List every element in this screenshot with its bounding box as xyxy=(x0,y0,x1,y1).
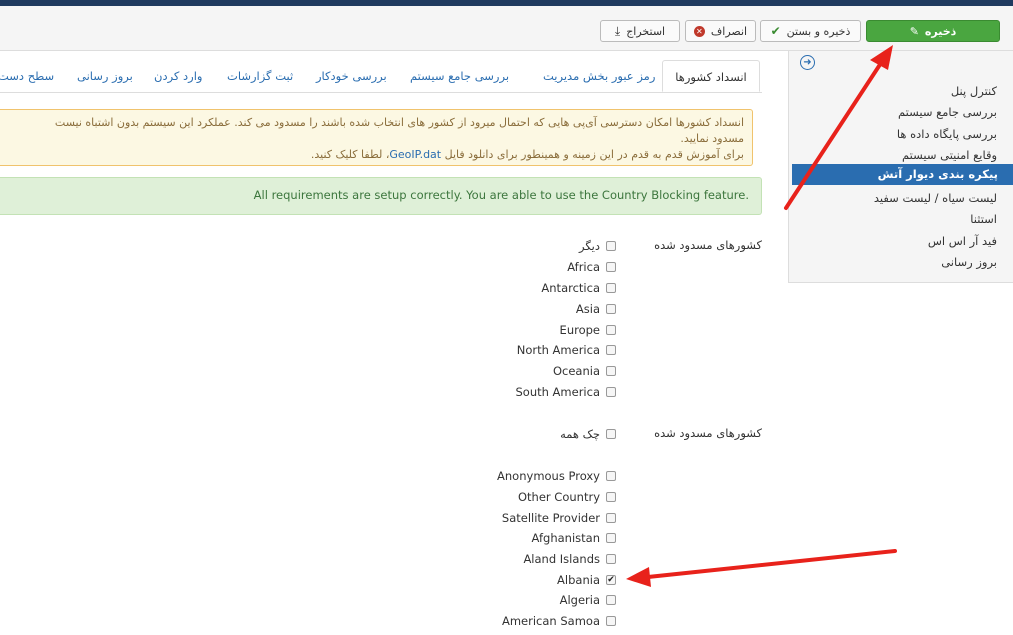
option-label: Antarctica xyxy=(541,281,600,295)
checkbox[interactable] xyxy=(606,283,616,293)
option-label: Africa xyxy=(567,260,600,274)
save-button-label: ذخیره xyxy=(924,24,957,38)
tab-admin-password[interactable]: رمز عبور بخش مدیریت xyxy=(543,60,655,92)
option-algeria[interactable]: Algeria xyxy=(560,593,616,607)
option-asia[interactable]: Asia xyxy=(576,302,616,316)
sidebar-item-rss-feed[interactable]: فید آر اس اس xyxy=(928,234,997,248)
checkbox[interactable] xyxy=(606,366,616,376)
tab-access-level[interactable]: سطح دست xyxy=(0,60,54,92)
checkbox[interactable] xyxy=(606,387,616,397)
checkbox[interactable] xyxy=(606,429,616,439)
option-other-country[interactable]: Other Country xyxy=(518,490,616,504)
option-label: Satellite Provider xyxy=(501,511,600,525)
sidebar-item-system-check[interactable]: بررسی جامع سیستم xyxy=(898,105,997,119)
tab-update[interactable]: بروز رسانی xyxy=(77,60,133,92)
option-label: Oceania xyxy=(552,364,600,378)
checkbox[interactable] xyxy=(606,554,616,564)
option-american-samoa[interactable]: American Samoa xyxy=(502,614,616,628)
blocked-continents-label: کشورهای مسدود شده xyxy=(654,238,762,252)
tab-import[interactable]: وارد کردن xyxy=(154,60,202,92)
option-albania[interactable]: Albania ✔ xyxy=(557,573,616,587)
annotation-arrow-to-albania xyxy=(626,549,897,587)
option-label: Afghanistan xyxy=(531,531,600,545)
checkbox[interactable] xyxy=(606,533,616,543)
tab-auto-check[interactable]: بررسی خودکار xyxy=(316,60,387,92)
option-label: دیگر xyxy=(578,239,600,253)
option-label: Algeria xyxy=(559,593,600,607)
warning-line-1: انسداد کشورها امکان دسترسی آی‌پی هایی که… xyxy=(54,116,744,129)
check-icon: ✔ xyxy=(770,24,781,38)
sidebar-item-database-check[interactable]: بررسی پایگاه داده ها xyxy=(897,127,997,141)
option-label: Anonymous Proxy xyxy=(497,469,600,483)
option-south-america[interactable]: South America xyxy=(515,385,616,399)
export-button[interactable]: ⤓ استخراج xyxy=(600,20,680,42)
option-label: Aland Islands xyxy=(523,552,600,566)
cancel-icon: ✕ xyxy=(693,25,705,37)
arrow-right-circle-icon[interactable]: ➜ xyxy=(800,55,815,70)
option-label: North America xyxy=(516,343,600,357)
edit-icon: ✎ xyxy=(909,24,919,38)
warning-line-2: مسدود نمایید. xyxy=(680,132,744,145)
option-aland-islands[interactable]: Aland Islands xyxy=(523,552,616,566)
checkbox[interactable] xyxy=(606,262,616,272)
warning-alert: انسداد کشورها امکان دسترسی آی‌پی هایی که… xyxy=(0,109,753,166)
checkbox[interactable] xyxy=(606,325,616,335)
option-oceania[interactable]: Oceania xyxy=(553,364,616,378)
sidebar-item-update[interactable]: بروز رسانی xyxy=(941,255,997,269)
option-north-america[interactable]: North America xyxy=(517,343,616,357)
checkbox[interactable] xyxy=(606,241,616,251)
blocked-countries-label: کشورهای مسدود شده xyxy=(654,426,762,440)
sidebar-item-exceptions[interactable]: استثنا xyxy=(970,212,997,226)
geoip-link[interactable]: GeoIP.dat xyxy=(389,148,441,161)
option-anonymous-proxy[interactable]: Anonymous Proxy xyxy=(497,469,616,483)
sidebar-item-blacklist-whitelist[interactable]: لیست سیاه / لیست سفید xyxy=(874,191,997,205)
sidebar: ➜ کنترل پنل بررسی جامع سیستم بررسی پایگا… xyxy=(788,50,1013,283)
option-antarctica[interactable]: Antarctica xyxy=(541,281,616,295)
success-message: All requirements are setup correctly. Yo… xyxy=(253,188,749,202)
option-africa[interactable]: Africa xyxy=(567,260,616,274)
sidebar-item-control-panel[interactable]: کنترل پنل xyxy=(951,84,997,98)
checkbox[interactable] xyxy=(606,471,616,481)
save-and-close-label: ذخیره و بستن xyxy=(786,24,851,38)
cancel-label: انصراف xyxy=(710,24,748,38)
sidebar-item-firewall-config[interactable]: پیکره بندی دیوار آتش xyxy=(792,164,1013,185)
save-and-close-button[interactable]: ✔ ذخیره و بستن xyxy=(760,20,861,42)
option-afghanistan[interactable]: Afghanistan xyxy=(532,531,616,545)
option-label: South America xyxy=(515,385,600,399)
checkbox[interactable] xyxy=(606,304,616,314)
tab-bar: انسداد کشورها رمز عبور بخش مدیریت بررسی … xyxy=(0,60,762,93)
tab-system-check[interactable]: بررسی جامع سیستم xyxy=(410,60,509,92)
sidebar-item-security-events[interactable]: وقایع امنیتی سیستم xyxy=(902,148,997,162)
toolbar: ✎ ذخیره ✔ ذخیره و بستن ✕ انصراف ⤓ استخرا… xyxy=(0,6,1013,51)
option-label: Asia xyxy=(575,302,600,316)
option-label: American Samoa xyxy=(501,614,600,628)
option-label: Other Country xyxy=(518,490,600,504)
tab-country-blocking[interactable]: انسداد کشورها xyxy=(662,60,760,92)
checkbox[interactable] xyxy=(606,492,616,502)
warning-line-3-prefix: برای آموزش قدم به قدم در این زمینه و همی… xyxy=(444,148,744,161)
option-europe[interactable]: Europe xyxy=(560,323,616,337)
checkbox[interactable] xyxy=(606,595,616,605)
warning-line-3: برای آموزش قدم به قدم در این زمینه و همی… xyxy=(311,148,744,161)
option-check-all[interactable]: چک همه xyxy=(560,427,616,441)
download-icon: ⤓ xyxy=(614,23,621,38)
option-other[interactable]: دیگر xyxy=(579,239,616,253)
cancel-button[interactable]: ✕ انصراف xyxy=(685,20,756,42)
option-label: Europe xyxy=(559,323,600,337)
tab-logging[interactable]: ثبت گزارشات xyxy=(227,60,293,92)
option-satellite-provider[interactable]: Satellite Provider xyxy=(502,511,616,525)
checkbox[interactable] xyxy=(606,345,616,355)
checkbox-checked[interactable]: ✔ xyxy=(606,575,616,585)
save-button[interactable]: ✎ ذخیره xyxy=(866,20,1000,42)
option-label: چک همه xyxy=(560,427,600,441)
warning-line-3-suffix: ، لطفا کلیک کنید. xyxy=(310,148,390,161)
checkbox[interactable] xyxy=(606,616,616,626)
option-label: Albania xyxy=(557,573,600,587)
checkbox[interactable] xyxy=(606,513,616,523)
export-label: استخراج xyxy=(626,24,666,38)
success-alert: All requirements are setup correctly. Yo… xyxy=(0,177,762,215)
